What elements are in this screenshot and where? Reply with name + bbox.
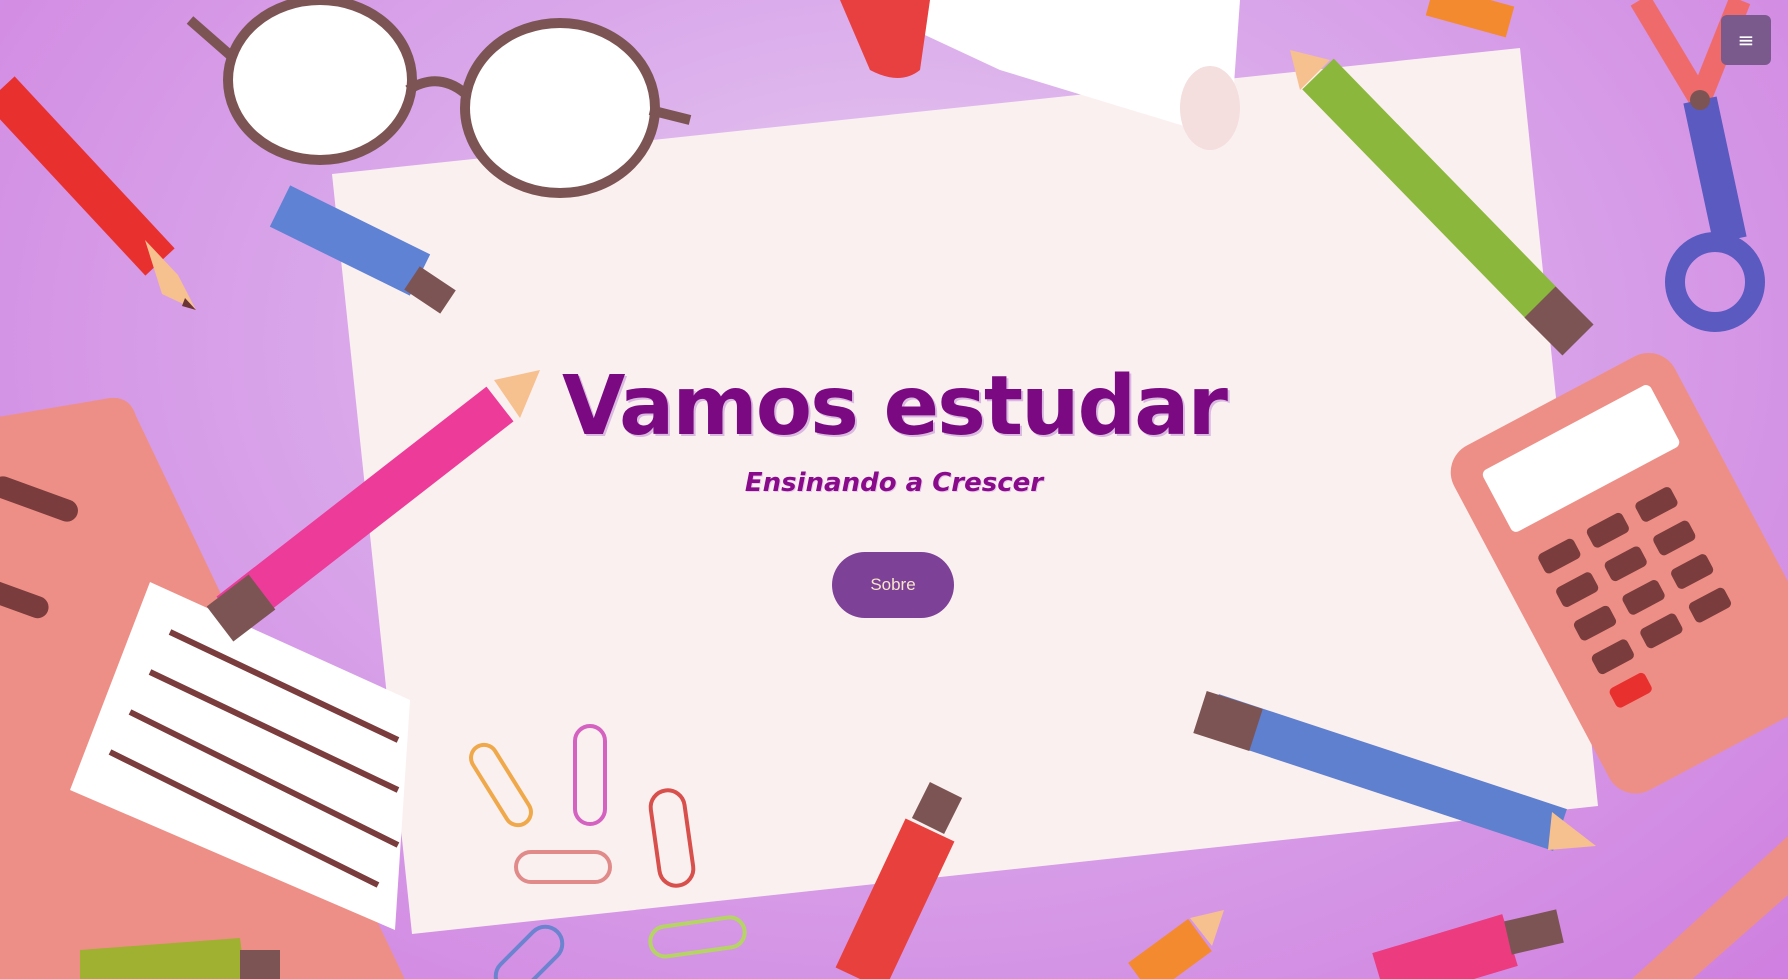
hero-section: Vamos estudar Ensinando a Crescer Sobre xyxy=(0,0,1788,979)
hero-subtitle: Ensinando a Crescer xyxy=(744,468,1044,498)
hamburger-menu-icon: ≡ xyxy=(1737,28,1755,52)
hero-title: Vamos estudar xyxy=(562,359,1228,454)
menu-button[interactable]: ≡ xyxy=(1721,15,1771,65)
about-button[interactable]: Sobre xyxy=(832,552,954,618)
